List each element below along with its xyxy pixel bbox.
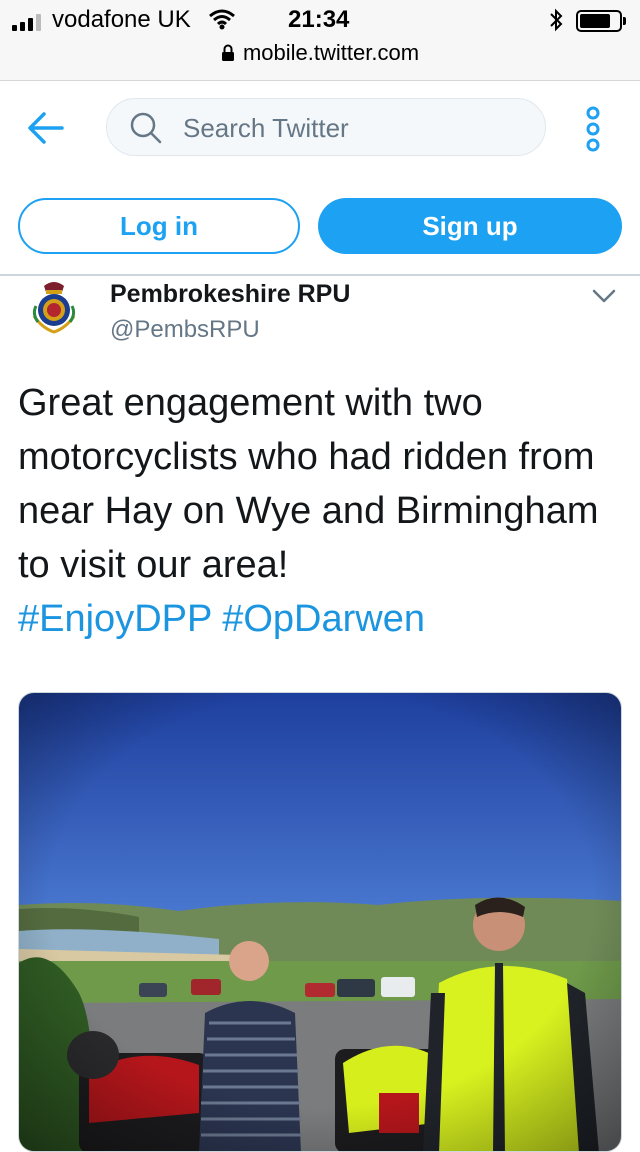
divider — [0, 274, 640, 276]
back-arrow-icon[interactable] — [26, 108, 66, 148]
search-input[interactable] — [181, 107, 525, 149]
login-button[interactable]: Log in — [18, 198, 300, 254]
avatar[interactable] — [22, 276, 86, 340]
chevron-down-icon[interactable] — [592, 288, 616, 309]
hashtag-link[interactable]: #OpDarwen — [222, 598, 425, 640]
address-bar[interactable]: mobile.twitter.com — [0, 40, 640, 66]
search-box[interactable] — [106, 98, 546, 156]
wifi-icon — [208, 8, 236, 35]
display-name[interactable]: Pembrokeshire RPU — [110, 280, 350, 309]
status-bar: vodafone UK 21:34 mobile.twitter.com — [0, 0, 640, 81]
search-icon — [130, 112, 162, 144]
hashtag-link[interactable]: #EnjoyDPP — [18, 598, 212, 640]
tweet-photo[interactable] — [18, 692, 622, 1152]
bluetooth-icon — [548, 8, 564, 37]
clock: 21:34 — [288, 6, 350, 33]
lock-icon — [221, 44, 234, 61]
carrier-label: vodafone UK — [52, 6, 191, 33]
signup-button[interactable]: Sign up — [318, 198, 622, 254]
signal-icon — [12, 14, 41, 31]
battery-icon — [576, 10, 626, 32]
more-options-icon[interactable] — [582, 106, 604, 152]
tweet-body: Great engagement with two motorcyclists … — [18, 382, 599, 586]
tweet-text: Great engagement with two motorcyclists … — [18, 376, 618, 646]
url-text: mobile.twitter.com — [242, 40, 420, 65]
user-handle[interactable]: @PembsRPU — [110, 316, 260, 344]
